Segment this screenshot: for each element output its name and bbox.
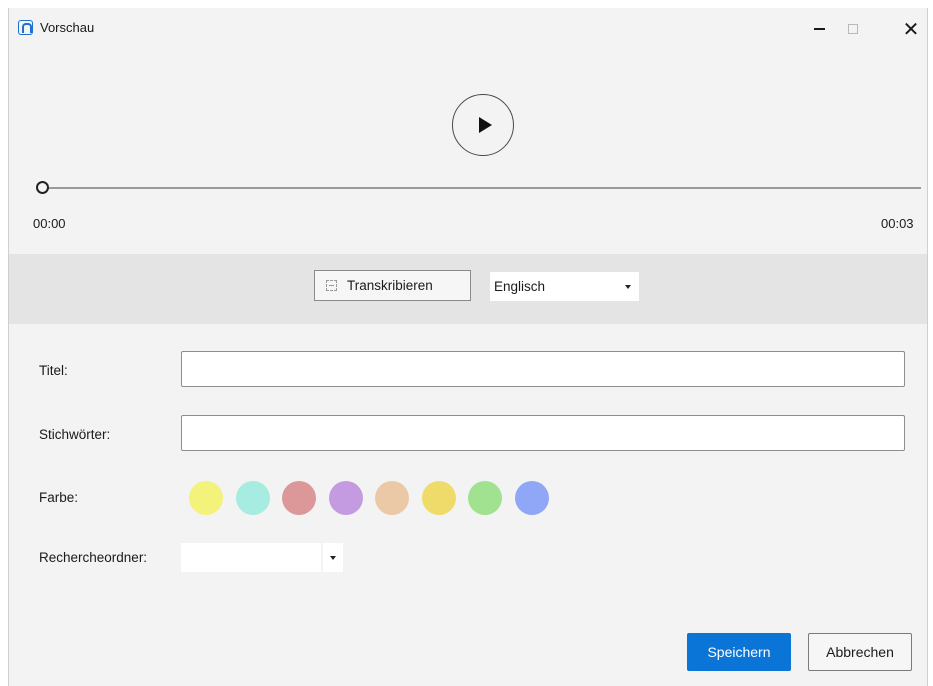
window-title: Vorschau [40,20,95,35]
title-label: Titel: [39,363,68,378]
title-input[interactable] [181,351,905,387]
language-select[interactable]: Englisch [490,272,639,301]
transcribe-button-label: Transkribieren [347,278,433,293]
maximize-button[interactable] [831,14,875,44]
transcribe-button[interactable]: Transkribieren [314,270,471,301]
color-swatch-blue[interactable] [514,481,549,515]
research-folder-label: Rechercheordner: [39,550,148,565]
chevron-down-icon [330,556,336,560]
minimize-icon [813,28,825,30]
research-folder-dropdown-button[interactable] [323,543,343,572]
close-icon: ✕ [902,18,920,41]
maximize-icon [848,24,858,34]
save-button[interactable]: Speichern [687,633,791,671]
color-swatch-rose[interactable] [282,481,316,515]
color-swatch-green[interactable] [468,481,502,515]
transcribe-bar: Transkribieren Englisch [9,254,927,324]
app-logo-icon [18,20,33,35]
seek-thumb[interactable] [36,181,49,194]
total-time: 00:03 [881,216,914,231]
play-button[interactable] [452,94,514,156]
color-swatch-gold[interactable] [421,481,456,515]
keywords-label: Stichwörter: [39,427,111,442]
chevron-down-icon [625,285,631,289]
color-swatch-yellow[interactable] [189,481,223,515]
cancel-button[interactable]: Abbrechen [808,633,912,671]
preview-window: Vorschau ✕ 00:00 00:03 Transkribieren En… [8,8,928,686]
color-swatch-peach[interactable] [375,481,409,515]
close-button[interactable]: ✕ [889,14,933,44]
transcribe-icon [326,280,337,291]
seek-bar[interactable] [43,187,921,189]
color-swatch-mint[interactable] [235,481,270,515]
title-bar[interactable]: Vorschau ✕ [9,8,927,52]
color-swatch-lavender[interactable] [328,481,363,515]
keywords-input[interactable] [181,415,905,451]
current-time: 00:00 [33,216,66,231]
color-label: Farbe: [39,490,79,505]
language-select-value: Englisch [494,279,546,294]
research-folder-select[interactable] [181,543,321,572]
